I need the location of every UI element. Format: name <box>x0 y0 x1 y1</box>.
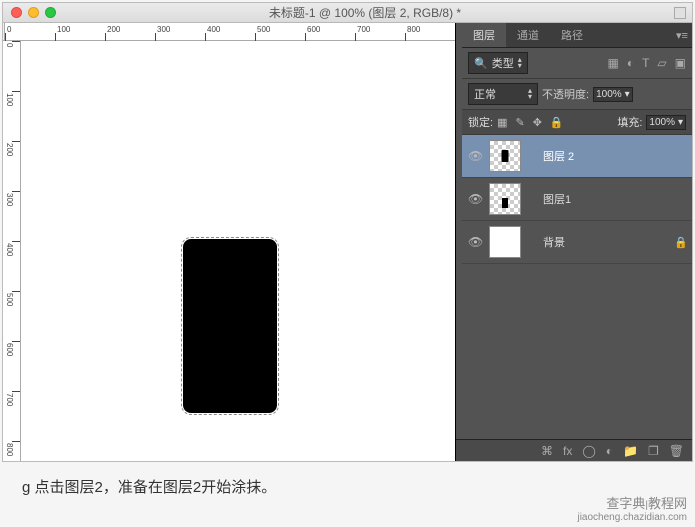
ruler-tick: 300 <box>5 193 14 206</box>
fx-icon[interactable]: fx <box>563 444 572 458</box>
layer-thumbnail <box>489 140 521 172</box>
fill-value: 100% <box>649 117 675 128</box>
filter-pixel-icon[interactable]: ▦ <box>607 56 618 70</box>
search-icon: 🔍 <box>474 57 488 70</box>
layer-row[interactable]: 👁 图层 2 <box>462 135 692 178</box>
layer-name[interactable]: 背景 <box>543 234 667 250</box>
filter-adjust-icon[interactable]: ◐ <box>627 56 634 70</box>
new-layer-icon[interactable]: ❐ <box>648 444 659 458</box>
app-window: 未标题-1 @ 100% (图层 2, RGB/8) * 01002003004… <box>2 2 693 462</box>
chevron-down-icon: ▾ <box>678 117 683 128</box>
tab-paths[interactable]: 路径 <box>550 23 594 47</box>
ruler-tick: 800 <box>405 23 455 40</box>
lock-position-icon[interactable]: ✥ <box>533 116 542 129</box>
panel-tabs: 图层 通道 路径 ▾≡ <box>462 23 692 48</box>
chevron-down-icon: ▾ <box>625 89 630 100</box>
ruler-tick: 700 <box>355 23 405 40</box>
fill-label: 填充: <box>617 114 642 130</box>
max-icon[interactable] <box>674 7 686 19</box>
chevron-updown-icon: ▴▾ <box>518 57 522 69</box>
filter-shape-icon[interactable]: ▱ <box>657 56 666 70</box>
close-window-button[interactable] <box>11 7 22 18</box>
tab-channels[interactable]: 通道 <box>506 23 550 47</box>
traffic-lights <box>3 7 56 18</box>
tab-layers[interactable]: 图层 <box>462 23 506 47</box>
chevron-updown-icon: ▴▾ <box>500 88 532 100</box>
group-icon[interactable]: 📁 <box>623 444 638 458</box>
minimize-window-button[interactable] <box>28 7 39 18</box>
panel-menu-icon[interactable]: ▾≡ <box>672 23 692 47</box>
ruler-tick: 200 <box>105 23 155 40</box>
filter-type-icon[interactable]: T <box>642 56 649 70</box>
ruler-tick: 100 <box>5 93 14 106</box>
vertical-ruler: 0 100 200 300 400 500 600 700 800 <box>3 41 21 461</box>
horizontal-ruler: 0100200300400500600700800 <box>3 23 455 41</box>
blend-mode-label: 正常 <box>474 86 496 102</box>
lock-label: 锁定: <box>468 114 493 130</box>
content: 0100200300400500600700800 01002003004005… <box>3 23 692 461</box>
ruler-tick: 0 <box>5 43 14 47</box>
ruler-tick: 0 <box>5 23 55 40</box>
ruler-tick: 100 <box>55 23 105 40</box>
lock-all-icon[interactable]: 🔒 <box>550 116 564 129</box>
opacity-input[interactable]: 100% ▾ <box>593 87 633 102</box>
opacity-value: 100% <box>596 89 622 100</box>
visibility-toggle-icon[interactable]: 👁 <box>468 192 482 206</box>
filter-smart-icon[interactable]: ▣ <box>675 56 686 70</box>
layer-row[interactable]: 👁 图层1 <box>462 178 692 221</box>
blend-row: 正常 ▴▾ 不透明度: 100% ▾ <box>462 79 692 110</box>
canvas[interactable] <box>21 41 455 461</box>
link-layers-icon[interactable]: ⌘ <box>541 444 553 458</box>
zoom-window-button[interactable] <box>45 7 56 18</box>
lock-pixels-icon[interactable]: ✎ <box>515 116 524 129</box>
document-title: 未标题-1 @ 100% (图层 2, RGB/8) * <box>56 4 674 21</box>
panels: 图层 通道 路径 ▾≡ 🔍 类型 ▴▾ ▦ ◐ <box>455 23 692 461</box>
ruler-tick: 700 <box>5 393 14 406</box>
ruler-tick: 200 <box>5 143 14 156</box>
panel-bottom: ⌘ fx ◯ ◐ 📁 ❐ 🗑 <box>456 439 692 461</box>
opacity-label: 不透明度: <box>542 86 589 102</box>
layer-name[interactable]: 图层1 <box>543 191 686 207</box>
mask-icon[interactable]: ◯ <box>582 444 595 458</box>
layers-list: 👁 图层 2 👁 图层1 👁 背景 🔒 <box>462 135 692 264</box>
layer-row[interactable]: 👁 背景 🔒 <box>462 221 692 264</box>
layer-thumbnail <box>489 183 521 215</box>
ruler-tick: 500 <box>5 293 14 306</box>
fill-input[interactable]: 100% ▾ <box>646 115 686 130</box>
ruler-tick: 300 <box>155 23 205 40</box>
lock-icons: ▦ ✎ ✥ 🔒 <box>497 116 564 129</box>
ruler-tick: 400 <box>5 243 14 256</box>
watermark-url: jiaocheng.chazidian.com <box>577 512 687 524</box>
visibility-toggle-icon[interactable]: 👁 <box>468 235 482 249</box>
watermark-brand2: 教程网 <box>648 496 687 511</box>
ruler-tick: 800 <box>5 443 14 456</box>
adjustment-icon[interactable]: ◐ <box>606 444 613 458</box>
selection-marquee <box>181 237 279 415</box>
lock-row: 锁定: ▦ ✎ ✥ 🔒 填充: 100% ▾ <box>462 110 692 135</box>
doc-body: 0 100 200 300 400 500 600 700 800 <box>3 41 455 461</box>
ruler-tick: 400 <box>205 23 255 40</box>
watermark: 查字典|教程网 jiaocheng.chazidian.com <box>577 498 687 524</box>
trash-icon[interactable]: 🗑 <box>669 444 684 458</box>
ruler-tick: 500 <box>255 23 305 40</box>
filter-type-select[interactable]: 🔍 类型 ▴▾ <box>468 52 528 74</box>
layer-name[interactable]: 图层 2 <box>543 148 686 164</box>
ruler-tick: 600 <box>305 23 355 40</box>
document-area: 0100200300400500600700800 01002003004005… <box>3 23 455 461</box>
layer-thumbnail <box>489 226 521 258</box>
filter-icons: ▦ ◐ T ▱ ▣ <box>607 56 686 70</box>
titlebar: 未标题-1 @ 100% (图层 2, RGB/8) * <box>3 3 692 23</box>
ruler-tick: 600 <box>5 343 14 356</box>
lock-icon: 🔒 <box>674 236 686 249</box>
lock-transparency-icon[interactable]: ▦ <box>497 116 507 129</box>
watermark-brand1: 查字典 <box>606 496 645 511</box>
filter-row: 🔍 类型 ▴▾ ▦ ◐ T ▱ ▣ <box>462 48 692 79</box>
instruction-text: g 点击图层2，准备在图层2开始涂抹。 <box>22 476 276 497</box>
visibility-toggle-icon[interactable]: 👁 <box>468 149 482 163</box>
blend-mode-select[interactable]: 正常 ▴▾ <box>468 83 538 105</box>
filter-type-label: 类型 <box>492 55 514 71</box>
